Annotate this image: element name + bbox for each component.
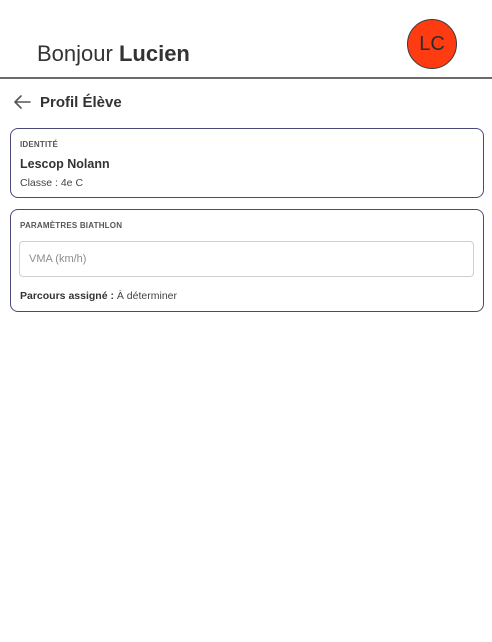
greeting-prefix: Bonjour: [37, 41, 113, 66]
assigned-course: Parcours assigné : À déterminer: [20, 290, 177, 302]
biathlon-section-label: PARAMÈTRES BIATHLON: [20, 221, 123, 230]
avatar-initials: LC: [419, 32, 445, 55]
vma-input[interactable]: [19, 241, 474, 277]
page-title: Profil Élève: [40, 94, 122, 111]
greeting-user-name: Lucien: [118, 41, 190, 66]
biathlon-settings-card: PARAMÈTRES BIATHLON Parcours assigné : À…: [10, 209, 484, 312]
identity-section-label: IDENTITÉ: [20, 140, 59, 149]
arrow-left-icon[interactable]: [13, 94, 31, 110]
avatar[interactable]: LC: [407, 19, 457, 69]
student-name: Lescop Nolann: [20, 157, 110, 171]
identity-card: IDENTITÉ Lescop Nolann Classe : 4e C: [10, 128, 484, 198]
student-class: Classe : 4e C: [20, 177, 84, 189]
assigned-course-label: Parcours assigné :: [20, 290, 114, 302]
greeting: Bonjour Lucien: [37, 41, 190, 67]
app-header: Bonjour Lucien LC: [0, 0, 492, 79]
assigned-course-value: À déterminer: [116, 290, 177, 302]
